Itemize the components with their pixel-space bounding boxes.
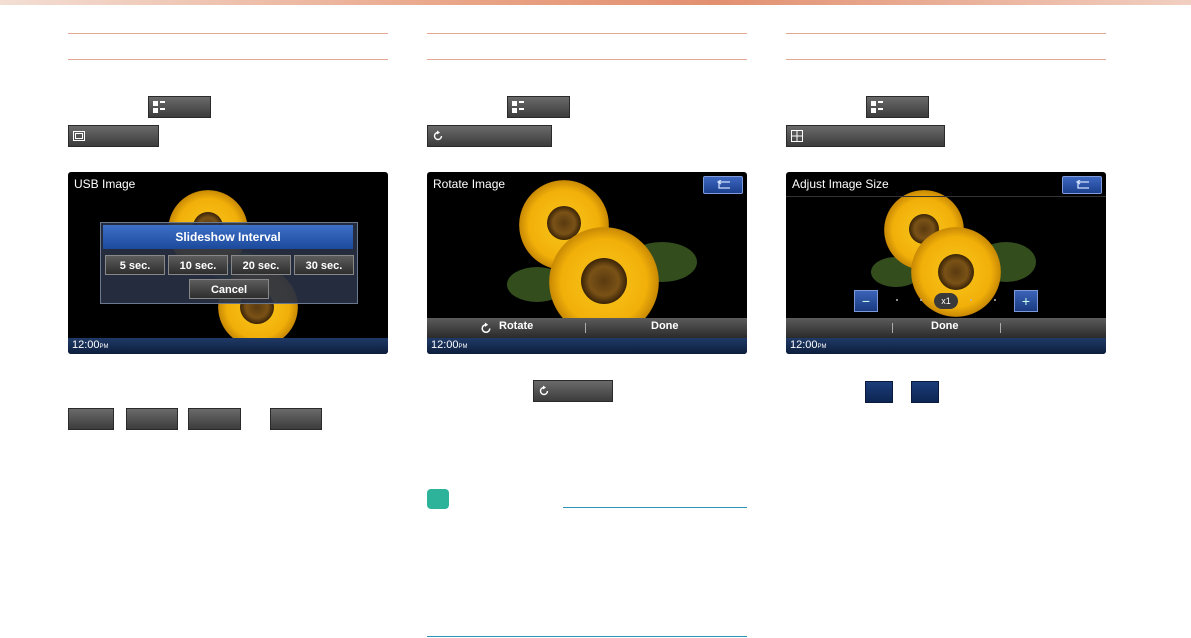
rotate-key[interactable] <box>533 380 613 402</box>
zoom-tick <box>896 299 898 301</box>
column-rotate: Rotate Image Rotate Done 12:00PM <box>427 0 747 638</box>
action-bar: Done <box>786 318 1106 338</box>
action-bar: Rotate Done <box>427 318 747 338</box>
rotate-image-screen: Rotate Image Rotate Done 12:00PM <box>427 172 747 354</box>
rotate-button[interactable]: Rotate <box>499 320 533 332</box>
slideshow-interval-dialog: Slideshow Interval 5 sec. 10 sec. 20 sec… <box>100 222 358 304</box>
zoom-out-key[interactable] <box>865 381 893 403</box>
zoom-out-button[interactable]: − <box>854 290 878 312</box>
zoom-tick <box>970 299 972 301</box>
column-adjust-size: Adjust Image Size − x1 + Done 12:00PM <box>786 0 1106 638</box>
done-button[interactable]: Done <box>651 320 679 332</box>
note-rule-bottom <box>427 636 747 637</box>
slideshow-key[interactable] <box>68 125 159 147</box>
clock: 12:00PM <box>72 339 109 351</box>
section-rule-bottom <box>786 59 1106 60</box>
option-30-sec-button[interactable]: 30 sec. <box>294 255 354 275</box>
dialog-title: Slideshow Interval <box>103 225 353 249</box>
option-10-sec-button[interactable]: 10 sec. <box>168 255 228 275</box>
separator <box>892 323 893 333</box>
done-button[interactable]: Done <box>931 320 959 332</box>
adjust-image-size-key[interactable] <box>786 125 945 147</box>
note-rule-top <box>563 507 747 508</box>
rotate-image-key[interactable] <box>427 125 552 147</box>
grid-menu-icon <box>512 101 524 113</box>
section-rule-top <box>427 33 747 34</box>
status-bar: 12:00PM <box>786 338 1106 354</box>
interval-30-sec-key[interactable] <box>270 408 322 430</box>
cancel-button[interactable]: Cancel <box>189 279 269 299</box>
screen-title: Rotate Image <box>433 177 506 191</box>
resize-icon <box>791 130 803 142</box>
screen-title: USB Image <box>74 177 136 191</box>
image-icon <box>73 131 85 141</box>
grid-menu-icon <box>871 101 883 113</box>
rotate-icon <box>481 322 491 334</box>
option-20-sec-button[interactable]: 20 sec. <box>231 255 291 275</box>
clock: 12:00PM <box>431 339 468 351</box>
sunflower-center <box>938 254 974 290</box>
note-icon <box>427 489 449 509</box>
zoom-in-button[interactable]: + <box>1014 290 1038 312</box>
interval-20-sec-key[interactable] <box>188 408 241 430</box>
menu-key[interactable] <box>507 96 570 118</box>
grid-menu-icon <box>153 101 165 113</box>
zoom-in-key[interactable] <box>911 381 939 403</box>
zoom-tick <box>920 299 922 301</box>
rotate-icon <box>433 130 443 141</box>
back-arrow-icon <box>716 180 730 189</box>
section-rule-bottom <box>427 59 747 60</box>
back-button[interactable] <box>703 176 743 194</box>
zoom-level: x1 <box>934 293 958 309</box>
section-rule-top <box>786 33 1106 34</box>
screen-title: Adjust Image Size <box>792 177 889 191</box>
menu-key[interactable] <box>148 96 211 118</box>
menu-key[interactable] <box>866 96 929 118</box>
interval-10-sec-key[interactable] <box>126 408 178 430</box>
title-divider <box>786 196 1106 197</box>
status-bar: 12:00PM <box>427 338 747 354</box>
back-arrow-icon <box>1075 180 1089 189</box>
usb-image-screen: USB Image Slideshow Interval 5 sec. 10 s… <box>68 172 388 354</box>
zoom-tick <box>994 299 996 301</box>
separator <box>585 323 586 333</box>
rotate-icon <box>539 385 549 396</box>
interval-5-sec-key[interactable] <box>68 408 114 430</box>
column-slideshow: USB Image Slideshow Interval 5 sec. 10 s… <box>68 0 388 638</box>
sunflower-center <box>581 258 627 304</box>
clock: 12:00PM <box>790 339 827 351</box>
back-button[interactable] <box>1062 176 1102 194</box>
adjust-image-size-screen: Adjust Image Size − x1 + Done 12:00PM <box>786 172 1106 354</box>
status-bar: 12:00PM <box>68 338 388 354</box>
section-rule-bottom <box>68 59 388 60</box>
section-rule-top <box>68 33 388 34</box>
separator <box>1000 323 1001 333</box>
option-5-sec-button[interactable]: 5 sec. <box>105 255 165 275</box>
